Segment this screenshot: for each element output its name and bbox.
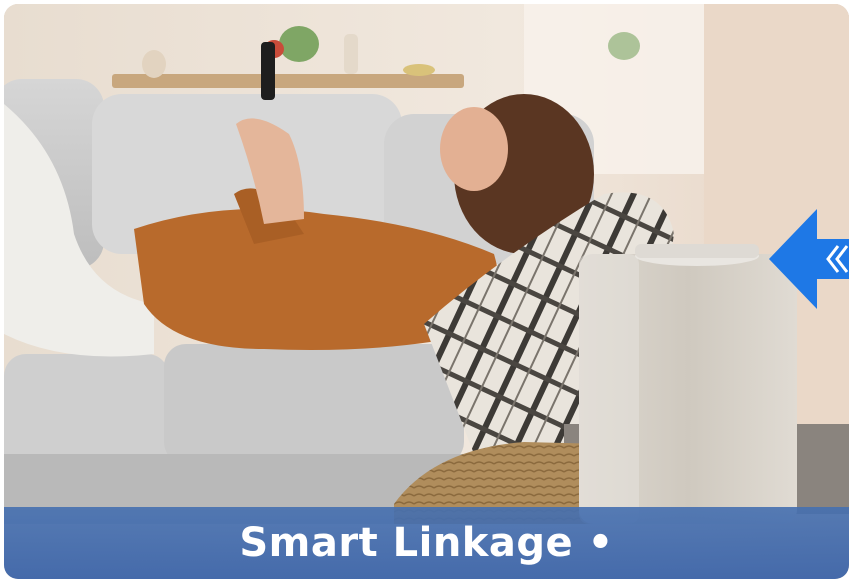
banner-caption: Smart Linkage • bbox=[239, 520, 614, 566]
living-room-photo bbox=[4, 4, 849, 579]
caption-bar: Smart Linkage • bbox=[4, 507, 849, 579]
double-chevron-left-icon bbox=[826, 245, 849, 273]
product-banner: Smart Linkage • bbox=[4, 4, 849, 579]
